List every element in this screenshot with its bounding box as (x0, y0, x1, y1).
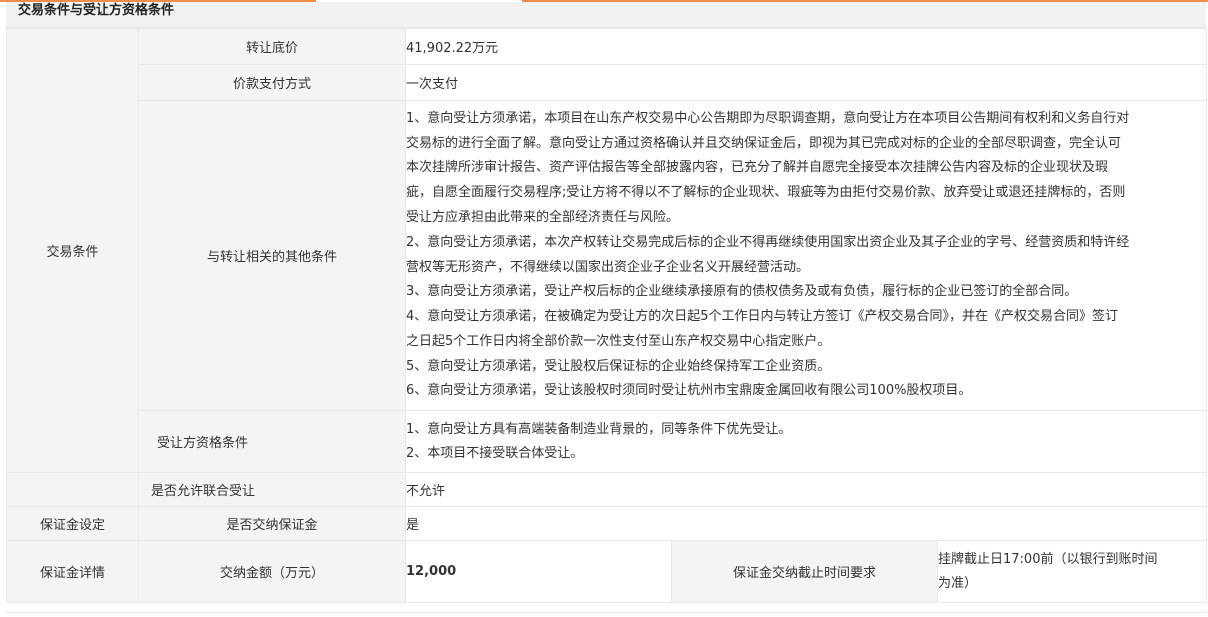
condition-line: 1、意向受让方须承诺，本项目在山东产权交易中心公告期即为尽职调查期，意向受让方在… (406, 110, 1130, 126)
deposit-amount-value: 12,000 (405, 540, 672, 603)
transfer-price-value: 41,902.22万元 (404, 28, 1208, 65)
condition-line: 5、意向受让方须承诺，受让股权后保证标的企业始终保持军工企业资质。 (406, 358, 831, 374)
qualification-line: 2、本项目不接受联合体受让。 (406, 445, 584, 461)
table-row: 保证金设定 是否交纳保证金 是 (6, 506, 1208, 541)
condition-line: 交易标的进行全面了解。意向受让方通过资格确认并且交纳保证金后，即视为其已完成对标… (406, 135, 1122, 151)
deposit-deadline-label: 保证金交纳截止时间要求 (671, 540, 938, 603)
condition-line: 2、意向受让方须承诺，本次产权转让交易完成后标的企业不得再继续使用国家出资企业及… (406, 234, 1130, 250)
condition-line: 受让方应承担由此带来的全部经济责任与风险。 (406, 209, 680, 225)
deadline-line: 挂牌截止日17:00前（以银行到账时间 (938, 551, 1158, 567)
deposit-setting-group-label: 保证金设定 (6, 506, 139, 541)
table-row: 与转让相关的其他条件 1、意向受让方须承诺，本项目在山东产权交易中心公告期即为尽… (7, 100, 1208, 411)
trade-conditions-group-label: 交易条件 (6, 28, 139, 473)
section-title: 交易条件与受让方资格条件 (6, 2, 1206, 28)
joint-bid-label: 是否允许联合受让 (138, 472, 406, 507)
joint-bid-value: 不允许 (404, 472, 1208, 507)
table-row: 是否允许联合受让 不允许 (6, 472, 1208, 507)
qualification-value: 1、意向受让方具有高端装备制造业背景的，同等条件下优先受让。 2、本项目不接受联… (404, 410, 1208, 473)
table-row: 受让方资格条件 1、意向受让方具有高端装备制造业背景的，同等条件下优先受让。 2… (7, 410, 1208, 473)
bottom-divider (6, 612, 1206, 613)
deposit-deadline-value: 挂牌截止日17:00前（以银行到账时间 为准） (936, 540, 1208, 603)
table-row: 价款支付方式 一次支付 (7, 64, 1208, 101)
table-row: 保证金详情 交纳金额（万元） 12,000 保证金交纳截止时间要求 挂牌截止日1… (6, 540, 1208, 603)
condition-line: 之日起5个工作日内将全部价款一次性支付至山东产权交易中心指定账户。 (406, 333, 831, 349)
deposit-required-value: 是 (404, 506, 1208, 541)
qualification-label: 受让方资格条件 (138, 410, 406, 473)
transfer-price-label: 转让底价 (138, 28, 406, 65)
deposit-detail-group-label: 保证金详情 (6, 540, 139, 603)
condition-line: 本次挂牌所涉审计报告、资产评估报告等全部披露内容，已充分了解并自愿完全接受本次挂… (406, 160, 1109, 176)
payment-method-label: 价款支付方式 (138, 64, 406, 101)
condition-line: 3、意向受让方须承诺，受让产权后标的企业继续承接原有的债权债务及或有负债，履行标… (406, 284, 1078, 300)
table-row: 交易条件 转让底价 41,902.22万元 (6, 28, 1208, 473)
qualification-line: 1、意向受让方具有高端装备制造业背景的，同等条件下优先受让。 (406, 421, 792, 437)
payment-method-value: 一次支付 (404, 64, 1208, 101)
deadline-line: 为准） (938, 575, 978, 591)
other-conditions-label: 与转让相关的其他条件 (138, 100, 406, 411)
condition-line: 6、意向受让方须承诺，受让该股权时须同时受让杭州市宝鼎废金属回收有限公司100%… (406, 383, 972, 399)
condition-line: 疵，自愿全面履行交易程序;受让方将不得以不了解标的企业现状、瑕疵等为由拒付交易价… (406, 185, 1126, 201)
conditions-table: 交易条件 转让底价 41,902.22万元 价款支付方式 一次支付 与转让相关的… (6, 28, 1208, 603)
deposit-required-label: 是否交纳保证金 (138, 506, 406, 541)
deposit-amount-label: 交纳金额（万元） (138, 540, 406, 603)
other-conditions-value: 1、意向受让方须承诺，本项目在山东产权交易中心公告期即为尽职调查期，意向受让方在… (404, 100, 1208, 411)
condition-line: 营权等无形资产，不得继续以国家出资企业子企业名义开展经营活动。 (406, 259, 810, 275)
condition-line: 4、意向受让方须承诺，在被确定为受让方的次日起5个工作日内与转让方签订《产权交易… (406, 309, 1119, 325)
empty-group-cell (6, 472, 139, 507)
